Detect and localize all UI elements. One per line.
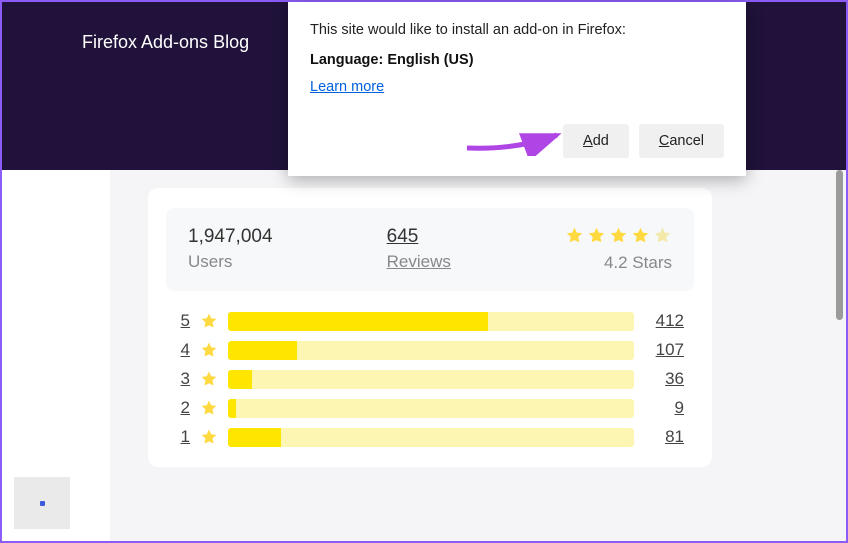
rating-row-2[interactable]: 2 9 <box>176 398 684 418</box>
reviews-stat[interactable]: 645 Reviews <box>387 226 451 272</box>
rating-row-1[interactable]: 1 81 <box>176 427 684 447</box>
rating-bar-fill <box>228 428 281 447</box>
annotation-arrow-icon <box>462 120 572 156</box>
rating-bar-track <box>228 428 634 447</box>
rating-level[interactable]: 2 <box>176 398 190 418</box>
rating-row-5[interactable]: 5 412 <box>176 311 684 331</box>
rating-bar-track <box>228 370 634 389</box>
rating-bar-fill <box>228 312 488 331</box>
content-area: 1,947,004 Users 645 Reviews 4.2 Stars 5 … <box>2 170 846 541</box>
stars-label: 4.2 Stars <box>604 253 672 273</box>
rating-breakdown: 5 412 4 107 3 36 2 <box>176 311 684 447</box>
users-stat: 1,947,004 Users <box>188 226 273 272</box>
rating-level[interactable]: 1 <box>176 427 190 447</box>
rating-row-3[interactable]: 3 36 <box>176 369 684 389</box>
loader-dot-icon <box>40 501 45 506</box>
rating-count[interactable]: 412 <box>644 311 684 331</box>
rating-bar-track <box>228 312 634 331</box>
rating-count[interactable]: 107 <box>644 340 684 360</box>
ratings-card: 1,947,004 Users 645 Reviews 4.2 Stars 5 … <box>148 188 712 467</box>
dialog-message: This site would like to install an add-o… <box>310 22 724 38</box>
rating-row-4[interactable]: 4 107 <box>176 340 684 360</box>
rating-level[interactable]: 3 <box>176 369 190 389</box>
cancel-button-mnemonic: C <box>659 133 669 149</box>
blog-title[interactable]: Firefox Add-ons Blog <box>82 32 249 53</box>
summary-row: 1,947,004 Users 645 Reviews 4.2 Stars <box>166 208 694 291</box>
rating-bar-track <box>228 341 634 360</box>
users-label: Users <box>188 252 273 272</box>
add-button-mnemonic: A <box>583 133 593 149</box>
rating-count[interactable]: 36 <box>644 369 684 389</box>
star-icon <box>565 226 584 245</box>
star-icon <box>200 312 218 330</box>
rating-level[interactable]: 4 <box>176 340 190 360</box>
star-icon <box>653 226 672 245</box>
reviews-count[interactable]: 645 <box>387 226 451 248</box>
star-icon <box>200 341 218 359</box>
star-icon <box>609 226 628 245</box>
stars-row <box>565 226 672 245</box>
cancel-button-rest: ancel <box>669 133 704 149</box>
star-icon <box>631 226 650 245</box>
learn-more-link[interactable]: Learn more <box>310 79 384 95</box>
reviews-label[interactable]: Reviews <box>387 252 451 272</box>
loading-indicator <box>14 477 70 529</box>
add-button-rest: dd <box>593 133 609 149</box>
star-icon <box>200 428 218 446</box>
star-icon <box>200 370 218 388</box>
rating-level[interactable]: 5 <box>176 311 190 331</box>
rating-count[interactable]: 9 <box>644 398 684 418</box>
star-icon <box>200 399 218 417</box>
add-button[interactable]: Add <box>563 124 629 158</box>
scrollbar-thumb[interactable] <box>836 170 843 320</box>
stars-stat: 4.2 Stars <box>565 226 672 273</box>
users-count: 1,947,004 <box>188 226 273 248</box>
rating-bar-fill <box>228 370 252 389</box>
rating-bar-fill <box>228 399 236 418</box>
rating-bar-fill <box>228 341 297 360</box>
dialog-language: Language: English (US) <box>310 52 724 68</box>
cancel-button[interactable]: Cancel <box>639 124 724 158</box>
star-icon <box>587 226 606 245</box>
rating-bar-track <box>228 399 634 418</box>
rating-count[interactable]: 81 <box>644 427 684 447</box>
